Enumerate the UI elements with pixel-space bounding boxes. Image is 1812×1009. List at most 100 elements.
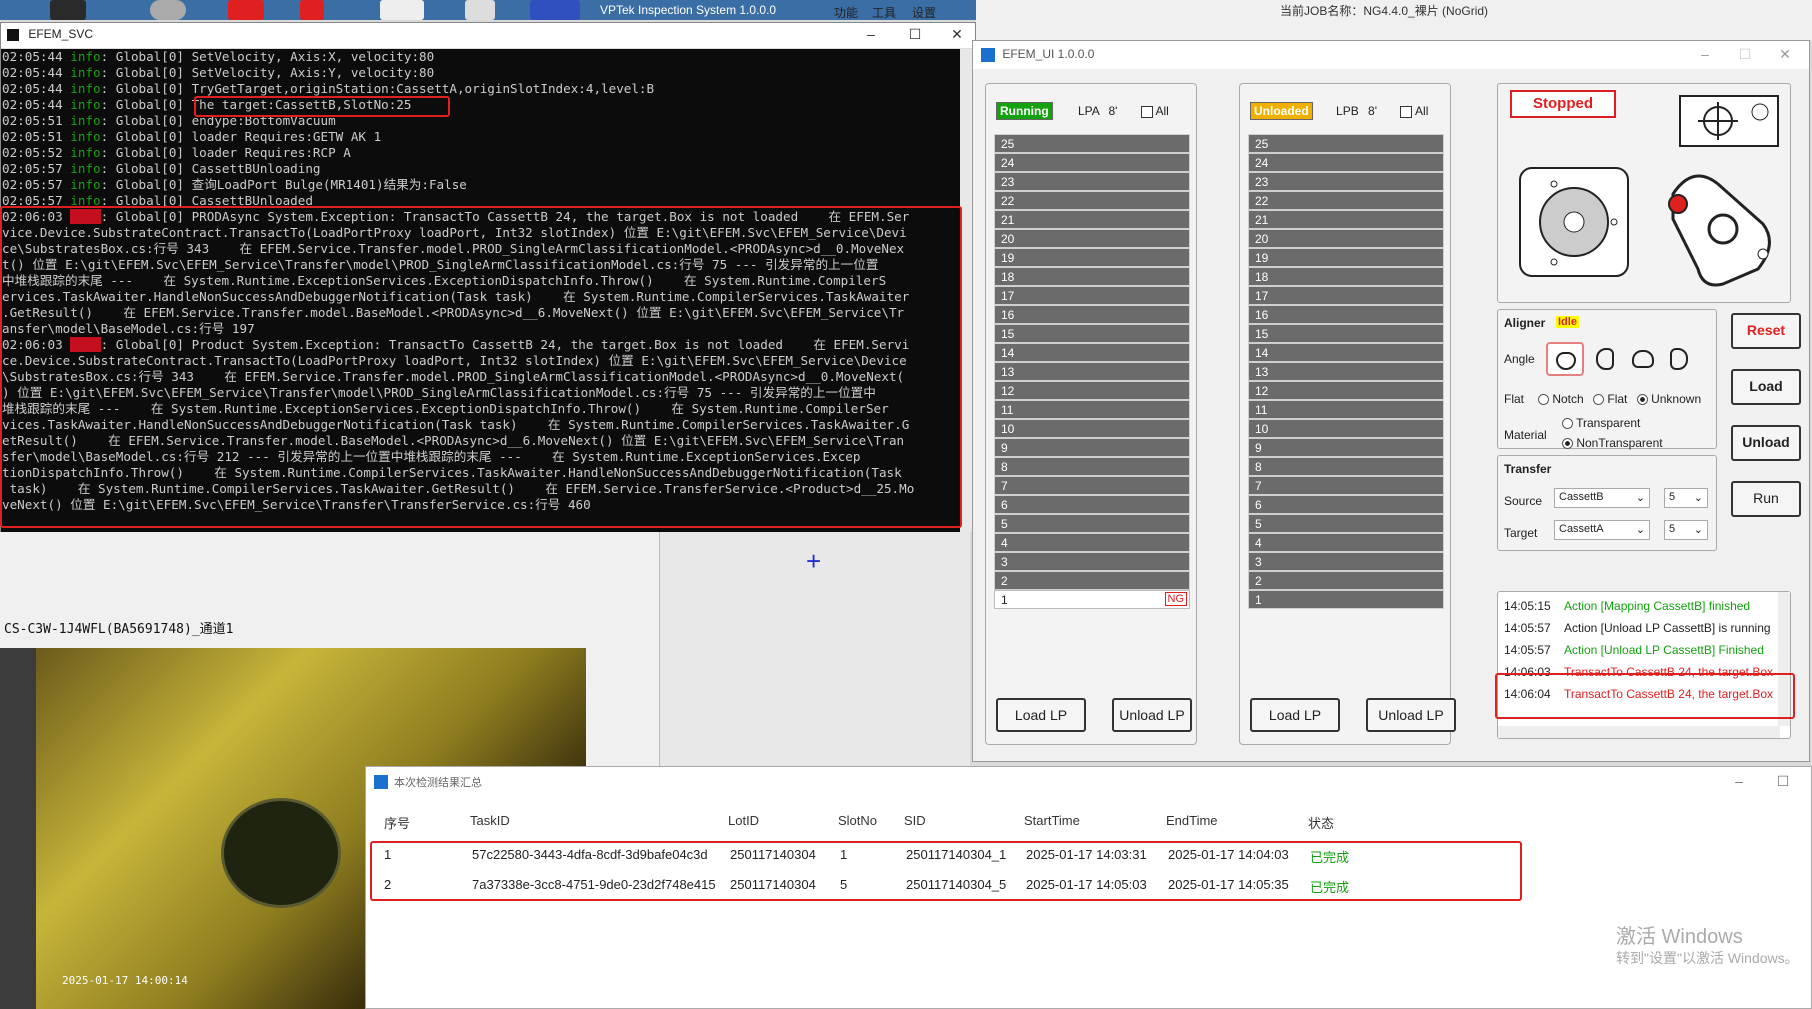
lpa-slot[interactable]: 16 <box>994 305 1190 324</box>
reset-button[interactable]: Reset <box>1731 313 1801 349</box>
console-output[interactable]: 02:05:44 info: Global[0] SetVelocity, Ax… <box>1 49 961 532</box>
lpa-unload-button[interactable]: Unload LP <box>1112 698 1192 732</box>
load-button[interactable]: Load <box>1731 369 1801 405</box>
target-slot-select[interactable]: 5 ⌄ <box>1664 520 1708 540</box>
lpa-slot[interactable]: 21 <box>994 210 1190 229</box>
lpb-all-checkbox[interactable] <box>1400 105 1413 118</box>
summary-maximize-icon[interactable]: ☐ <box>1769 773 1797 790</box>
lpa-slot[interactable]: 12 <box>994 381 1190 400</box>
target-select[interactable]: CassettA ⌄ <box>1554 520 1650 540</box>
minimize-icon[interactable]: – <box>857 26 885 42</box>
camera-app-icon[interactable] <box>150 0 186 20</box>
angle-option-180-icon[interactable] <box>1632 350 1654 368</box>
summary-column-header[interactable]: TaskID <box>470 813 510 828</box>
summary-column-header[interactable]: 状态 <box>1308 813 1334 832</box>
log-hscrollbar[interactable] <box>1498 726 1780 738</box>
lpa-slot[interactable]: 19 <box>994 248 1190 267</box>
lpa-slot[interactable]: 6 <box>994 495 1190 514</box>
lpa-slot[interactable]: 17 <box>994 286 1190 305</box>
source-select[interactable]: CassettB ⌄ <box>1554 488 1650 508</box>
lpa-slot[interactable]: 2 <box>994 571 1190 590</box>
lpa-slot[interactable]: 4 <box>994 533 1190 552</box>
summary-column-header[interactable]: StartTime <box>1024 813 1080 828</box>
lpb-slot[interactable]: 15 <box>1248 324 1444 343</box>
lpa-slot[interactable]: 18 <box>994 267 1190 286</box>
lpb-slot[interactable]: 14 <box>1248 343 1444 362</box>
menu-function[interactable]: 功能 <box>834 4 858 21</box>
summary-column-header[interactable]: LotID <box>728 813 759 828</box>
material-transparent-option[interactable]: Transparent <box>1562 416 1640 430</box>
angle-option-270-icon[interactable] <box>1670 348 1688 370</box>
lpa-slot[interactable]: 1 NG <box>994 590 1190 609</box>
lpa-slot[interactable]: 20 <box>994 229 1190 248</box>
summary-column-header[interactable]: EndTime <box>1166 813 1218 828</box>
lpb-slot[interactable]: 12 <box>1248 381 1444 400</box>
lpa-slot[interactable]: 13 <box>994 362 1190 381</box>
material-nontransparent-radio[interactable] <box>1562 438 1573 450</box>
lpb-slot[interactable]: 19 <box>1248 248 1444 267</box>
red-app-icon[interactable] <box>300 0 324 20</box>
lpb-unload-button[interactable]: Unload LP <box>1366 698 1456 732</box>
lpa-slot[interactable]: 10 <box>994 419 1190 438</box>
lpb-slot[interactable]: 7 <box>1248 476 1444 495</box>
blue-app-icon[interactable] <box>530 0 580 20</box>
lpa-slot[interactable]: 7 <box>994 476 1190 495</box>
lpa-slot[interactable]: 5 <box>994 514 1190 533</box>
lpa-slot[interactable]: 15 <box>994 324 1190 343</box>
summary-column-header[interactable]: SID <box>904 813 926 828</box>
lpb-slot[interactable]: 4 <box>1248 533 1444 552</box>
efem-maximize-icon[interactable]: ☐ <box>1731 46 1759 63</box>
angle-option-90-icon[interactable] <box>1596 348 1614 370</box>
summary-column-header[interactable]: SlotNo <box>838 813 877 828</box>
material-transparent-radio[interactable] <box>1562 418 1573 430</box>
menu-settings[interactable]: 设置 <box>912 4 936 21</box>
efem-close-icon[interactable]: ✕ <box>1771 46 1799 63</box>
lpa-load-button[interactable]: Load LP <box>996 698 1086 732</box>
lpb-slot[interactable]: 21 <box>1248 210 1444 229</box>
doc-app-icon[interactable] <box>465 0 495 20</box>
lpb-slot[interactable]: 1 <box>1248 590 1444 609</box>
maximize-icon[interactable]: ☐ <box>901 26 929 43</box>
lpb-slot[interactable]: 9 <box>1248 438 1444 457</box>
lpb-load-button[interactable]: Load LP <box>1250 698 1340 732</box>
efem-minimize-icon[interactable]: – <box>1691 46 1719 62</box>
summary-column-header[interactable]: 序号 <box>384 813 410 832</box>
lpa-slot[interactable]: 22 <box>994 191 1190 210</box>
lpb-slot[interactable]: 6 <box>1248 495 1444 514</box>
lpb-slot[interactable]: 25 <box>1248 134 1444 153</box>
lpa-slot[interactable]: 3 <box>994 552 1190 571</box>
lpb-slot[interactable]: 11 <box>1248 400 1444 419</box>
flat-unknown-radio[interactable] <box>1636 394 1648 406</box>
log-vscrollbar[interactable] <box>1778 592 1790 726</box>
lpb-slot[interactable]: 13 <box>1248 362 1444 381</box>
flat-flat-radio[interactable] <box>1593 394 1605 406</box>
file-app-icon[interactable] <box>380 0 424 20</box>
lpa-slot[interactable]: 14 <box>994 343 1190 362</box>
lpa-slot[interactable]: 23 <box>994 172 1190 191</box>
run-button[interactable]: Run <box>1731 481 1801 517</box>
lpb-slot[interactable]: 2 <box>1248 571 1444 590</box>
inspection-app-title[interactable]: VPTek Inspection System 1.0.0.0 <box>600 3 776 17</box>
lpb-slot[interactable]: 17 <box>1248 286 1444 305</box>
app-icon[interactable] <box>50 0 86 20</box>
source-slot-select[interactable]: 5 ⌄ <box>1664 488 1708 508</box>
lpa-slot[interactable]: 24 <box>994 153 1190 172</box>
lpb-slot[interactable]: 18 <box>1248 267 1444 286</box>
lpb-slot[interactable]: 8 <box>1248 457 1444 476</box>
material-nontransparent-option[interactable]: NonTransparent <box>1562 436 1663 450</box>
lpb-slot[interactable]: 22 <box>1248 191 1444 210</box>
lpa-slot[interactable]: 25 <box>994 134 1190 153</box>
lpb-slot[interactable]: 23 <box>1248 172 1444 191</box>
lpb-slot[interactable]: 10 <box>1248 419 1444 438</box>
menu-tools[interactable]: 工具 <box>872 4 896 21</box>
flat-notch-radio[interactable] <box>1538 394 1549 406</box>
lpa-slot[interactable]: 8 <box>994 457 1190 476</box>
lpa-slot[interactable]: 9 <box>994 438 1190 457</box>
summary-minimize-icon[interactable]: – <box>1725 773 1753 789</box>
unload-button[interactable]: Unload <box>1731 425 1801 461</box>
lpb-slot[interactable]: 3 <box>1248 552 1444 571</box>
close-icon[interactable]: ✕ <box>943 26 971 43</box>
lpa-slot[interactable]: 11 <box>994 400 1190 419</box>
lpa-all-checkbox[interactable] <box>1140 105 1153 118</box>
lpb-slot[interactable]: 20 <box>1248 229 1444 248</box>
